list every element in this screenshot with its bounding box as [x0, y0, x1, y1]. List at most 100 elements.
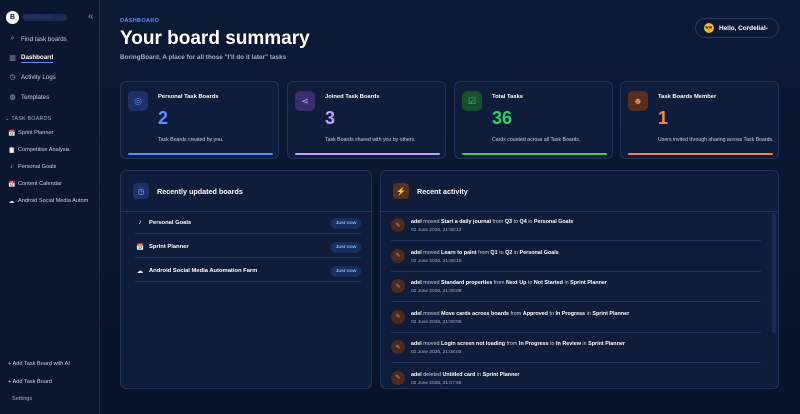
recent-board-name: Android Social Media Automation Farm — [149, 267, 258, 274]
stat-label: Joined Task Boards — [325, 94, 380, 100]
panel-title: Recent activity — [417, 186, 468, 196]
pencil-icon: ✎ — [391, 340, 405, 354]
activity-row[interactable]: ✎ adel moved Move cards across boards fro… — [391, 305, 761, 333]
target-icon: ◎ — [128, 91, 148, 111]
activity-timestamp: 02 June 2026, 21:08:12 — [411, 228, 462, 233]
stat-card-board-members: ☻ Task Boards Member 1 Users invited thr… — [620, 81, 779, 159]
page-title: Your board summary — [120, 28, 310, 49]
add-task-board-button[interactable]: + Add Task Board — [8, 379, 52, 385]
scrollbar[interactable] — [772, 213, 776, 333]
divider — [381, 211, 778, 212]
activity-timestamp: 02 June 2026, 21:08:06 — [411, 319, 462, 325]
checklist-icon: ☑ — [462, 91, 482, 111]
sidebar-board-label: Android Social Media Autom — [18, 198, 89, 204]
main-content: DASHBOARD Your board summary BoringBoard… — [100, 0, 800, 414]
activity-from: Q3 — [504, 219, 513, 225]
activity-user: adel — [411, 249, 422, 256]
activity-from: Approved — [522, 310, 548, 317]
activity-card: Standard properties — [440, 280, 493, 286]
activity-verb: moved — [423, 249, 440, 256]
activity-timestamp: 02 June 2026, 21:07:58 — [411, 380, 462, 386]
user-menu-button[interactable]: 😎 Hello, Cordelia! ⌄ — [695, 18, 779, 38]
activity-timestamp: 02 June 2026, 21:08:08 — [411, 289, 462, 294]
stat-card-joined-boards: ⋖ Joined Task Boards 3 Task Boards share… — [287, 81, 446, 159]
task-boards-section[interactable]: ⌄ TASK BOARDS — [5, 116, 51, 122]
activity-timestamp: 02 June 2026, 21:08:10 — [411, 258, 462, 264]
activity-to-label: to — [513, 219, 519, 225]
activity-text: adel moved Standard properties from Next… — [411, 280, 607, 286]
activity-card: Learn to paint — [440, 249, 477, 256]
sidebar-item-templates[interactable]: ◍ Templates — [8, 91, 96, 103]
sidebar-board-personal-goals[interactable]: ♪ Personal Goals — [8, 162, 98, 172]
activity-row[interactable]: ✎ adel deleted Untitled card in Sprint Pl… — [391, 366, 761, 389]
globe-icon: ◍ — [9, 94, 16, 101]
activity-board: Sprint Planner — [588, 341, 625, 347]
brand[interactable]: B BoringBoard « — [6, 11, 96, 25]
clipboard-icon: 📋 — [8, 147, 16, 154]
activity-user: adel — [411, 219, 422, 225]
activity-in-label: in — [586, 310, 591, 317]
stat-accent-bar — [295, 153, 440, 155]
pencil-icon: ✎ — [391, 309, 405, 324]
calendar-icon: 📅 — [8, 130, 16, 137]
activity-text: adel moved Start a daily journal from Q3… — [411, 219, 573, 225]
activity-in-label: in — [513, 249, 519, 256]
collapse-sidebar-icon[interactable]: « — [88, 11, 94, 22]
sidebar-item-activity-logs[interactable]: ◷ Activity Logs — [8, 71, 96, 83]
avatar: 😎 — [704, 23, 714, 33]
activity-board: Sprint Planner — [570, 280, 607, 286]
recent-board-row[interactable]: ☁ Android Social Media Automation Farm J… — [135, 260, 361, 282]
activity-card: Start a daily journal — [440, 219, 492, 225]
sidebar-board-label: Personal Goals — [18, 164, 57, 170]
activity-in-label: in — [528, 219, 533, 225]
activity-row[interactable]: ✎ adel moved Learn to paint from Q1 to Q2… — [391, 244, 761, 272]
activity-to: Q2 — [505, 249, 513, 256]
activity-text: adel deleted Untitled card in Sprint Pla… — [411, 372, 519, 378]
activity-card: Untitled card — [442, 371, 476, 378]
stat-description: Cards counted across all Task Boards. — [492, 137, 581, 143]
sidebar-board-android-social[interactable]: ☁ Android Social Media Autom — [8, 196, 98, 206]
stat-value: 1 — [658, 108, 669, 128]
stat-label: Personal Task Boards — [158, 94, 219, 100]
recent-board-row[interactable]: ♪ Personal Goals Just now — [135, 212, 361, 234]
sidebar-board-competitive-analysis[interactable]: 📋 Competitive Analysis — [8, 145, 98, 155]
share-icon: ⋖ — [295, 91, 315, 111]
stat-value: 3 — [325, 108, 336, 128]
panel-title: Recently updated boards — [157, 186, 243, 196]
activity-board: Sprint Planner — [592, 310, 630, 317]
brand-logo: B — [6, 11, 19, 24]
page-subtitle: BoringBoard, A place for all those "I'll… — [120, 54, 287, 61]
stat-accent-bar — [462, 153, 607, 155]
activity-user: adel — [411, 341, 422, 347]
stat-description: Task Boards shared with you by others. — [325, 137, 416, 143]
activity-row[interactable]: ✎ adel moved Standard properties from Nex… — [391, 274, 761, 302]
search-icon: ⌕ — [10, 35, 15, 42]
activity-to: In Progress — [555, 310, 586, 317]
sidebar-board-label: Sprint Planner — [18, 130, 54, 136]
activity-from: Q1 — [490, 249, 498, 256]
cloud-icon: ☁ — [8, 198, 15, 205]
pencil-icon: ✎ — [391, 370, 405, 385]
activity-to: In Review — [556, 341, 581, 347]
activity-row[interactable]: ✎ adel moved Login screen not loading fro… — [391, 335, 761, 363]
activity-row[interactable]: ✎ adel moved Start a daily journal from Q… — [391, 213, 761, 241]
sidebar-board-sprint-planner[interactable]: 📅 Sprint Planner — [8, 128, 98, 138]
calendar-icon: 📅 — [8, 181, 16, 188]
activity-user: adel — [411, 310, 422, 317]
find-task-boards[interactable]: ⌕ Find task boards — [8, 33, 96, 45]
sidebar-board-content-calendar[interactable]: 📅 Content Calendar — [8, 179, 98, 189]
activity-from-label: from — [493, 280, 505, 286]
activity-from-label: from — [492, 219, 504, 225]
activity-from-label: from — [510, 310, 522, 317]
activity-in-label: in — [582, 341, 587, 347]
chevron-down-icon: ⌄ — [763, 25, 769, 31]
sidebar-item-dashboard[interactable]: ▥ Dashboard — [8, 52, 96, 64]
recent-board-row[interactable]: 📅 Sprint Planner Just now — [135, 236, 361, 258]
activity-in-label: in — [564, 280, 569, 286]
stat-description: Users invited through sharing across Tas… — [658, 137, 774, 143]
add-task-board-ai-button[interactable]: + Add Task Board with AI — [8, 361, 70, 367]
activity-from-label: from — [506, 341, 518, 347]
activity-to-label: to — [549, 310, 554, 317]
updated-badge: Just now — [331, 242, 361, 253]
settings-link[interactable]: Settings — [12, 396, 32, 402]
